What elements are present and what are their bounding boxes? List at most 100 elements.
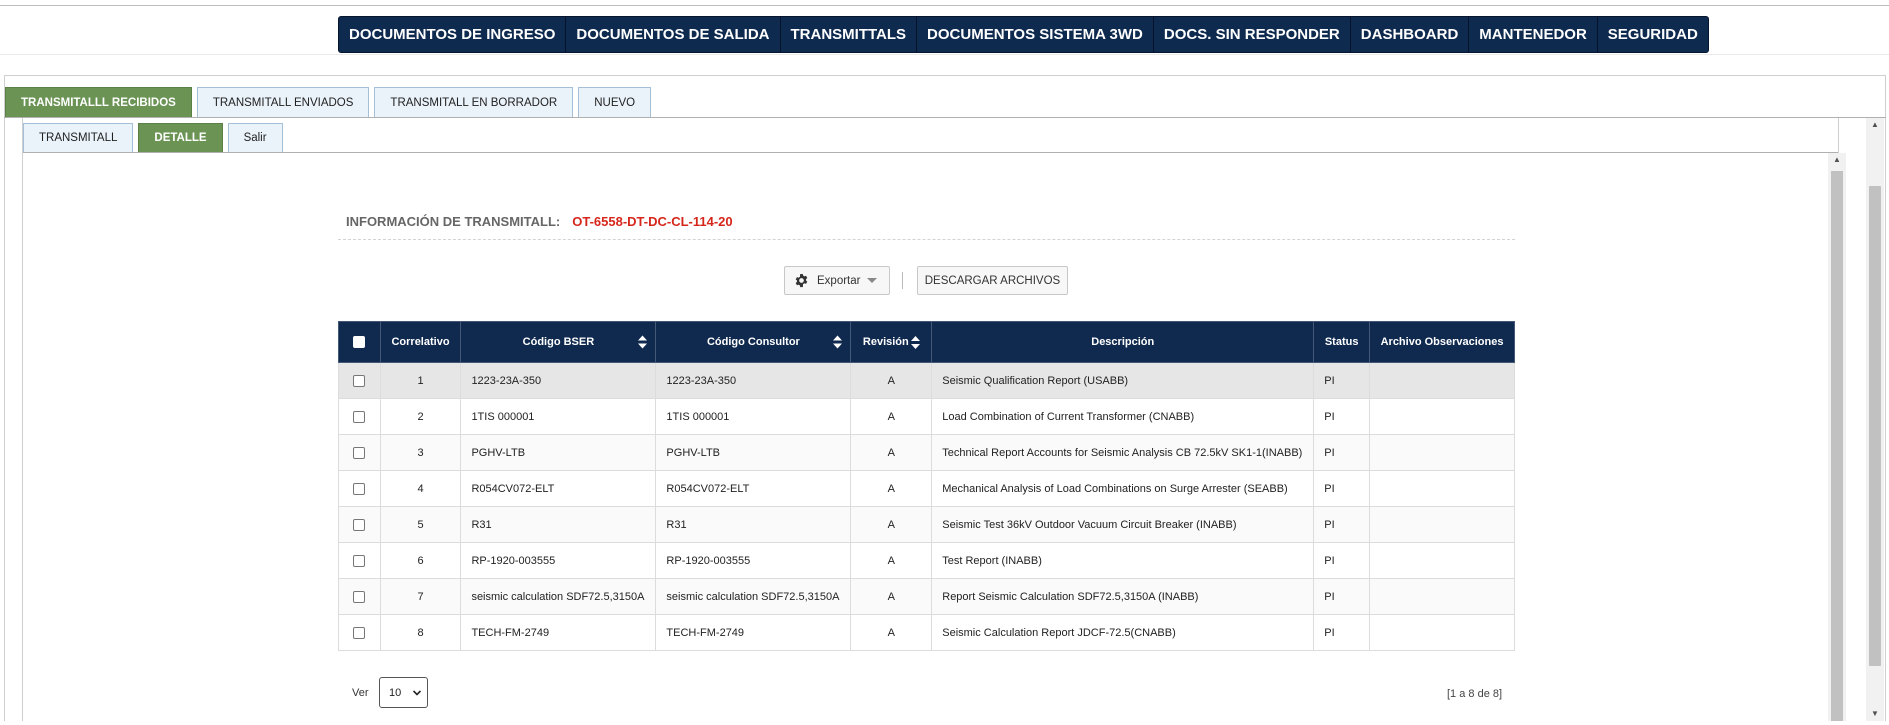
row-select-cell xyxy=(338,398,381,435)
row-select-cell xyxy=(338,470,381,507)
cell-codigo-bser: TECH-FM-2749 xyxy=(460,614,657,651)
select-all-checkbox[interactable] xyxy=(353,336,366,349)
panel-scrollbar-thumb[interactable] xyxy=(1831,171,1843,721)
cell-revision: A xyxy=(850,434,933,471)
row-select-cell xyxy=(338,542,381,579)
tab-detalle[interactable]: DETALLE xyxy=(138,123,223,153)
cell-codigo-consultor: R054CV072-ELT xyxy=(655,470,852,507)
cell-revision: A xyxy=(850,398,933,435)
row-checkbox[interactable] xyxy=(353,410,366,423)
cell-correlativo: 6 xyxy=(379,542,462,579)
download-files-button[interactable]: DESCARGAR ARCHIVOS xyxy=(917,266,1068,295)
export-button[interactable]: Exportar xyxy=(784,266,890,295)
cell-archivo[interactable] xyxy=(1369,434,1515,471)
header-revision-label: Revisión xyxy=(862,336,909,348)
cell-status: PI xyxy=(1313,614,1371,651)
transmitall-info: INFORMACIÓN DE TRANSMITALL: OT-6558-DT-D… xyxy=(346,214,733,229)
cell-codigo-bser: R054CV072-ELT xyxy=(460,470,657,507)
header-status-label: Status xyxy=(1324,336,1359,348)
header-archivo-observaciones[interactable]: Archivo Observaciones xyxy=(1369,321,1515,363)
cell-archivo[interactable] xyxy=(1369,362,1515,399)
table-row[interactable]: 1 1223-23A-350 1223-23A-350 A Seismic Qu… xyxy=(338,362,1515,399)
cell-status: PI xyxy=(1313,578,1371,615)
cell-correlativo: 3 xyxy=(379,434,462,471)
nav-documentos-sistema-3wd[interactable]: DOCUMENTOS SISTEMA 3WD xyxy=(916,17,1153,52)
page-size-label: Ver xyxy=(352,687,369,699)
sort-icon xyxy=(833,335,843,349)
header-status[interactable]: Status xyxy=(1313,321,1371,363)
row-checkbox[interactable] xyxy=(353,446,366,459)
row-select-cell xyxy=(338,362,381,399)
header-descripcion-label: Descripción xyxy=(1091,336,1155,348)
panel-scrollbar[interactable]: ▲ xyxy=(1828,153,1846,721)
cell-revision: A xyxy=(850,470,933,507)
tab-salir[interactable]: Salir xyxy=(227,123,283,153)
table-row[interactable]: 7 seismic calculation SDF72.5,3150A seis… xyxy=(338,578,1515,615)
info-divider xyxy=(338,239,1515,240)
scroll-up-icon[interactable]: ▲ xyxy=(1866,118,1884,132)
cell-codigo-bser: PGHV-LTB xyxy=(460,434,657,471)
transmitall-code: OT-6558-DT-DC-CL-114-20 xyxy=(572,214,733,229)
row-select-cell xyxy=(338,434,381,471)
header-codigo-bser-label: Código BSER xyxy=(522,336,595,348)
row-checkbox[interactable] xyxy=(353,482,366,495)
header-correlativo[interactable]: Correlativo xyxy=(379,321,462,363)
cell-archivo[interactable] xyxy=(1369,542,1515,579)
nav-transmittals[interactable]: TRANSMITTALS xyxy=(779,17,917,52)
tab-transmitall[interactable]: TRANSMITALL xyxy=(23,123,134,153)
table-row[interactable]: 2 1TIS 000001 1TIS 000001 A Load Combina… xyxy=(338,398,1515,435)
nav-mantenedor[interactable]: MANTENEDOR xyxy=(1468,17,1597,52)
transmitall-info-label: INFORMACIÓN DE TRANSMITALL: xyxy=(346,214,561,229)
row-select-cell xyxy=(338,614,381,651)
cell-revision: A xyxy=(850,542,933,579)
row-select-cell xyxy=(338,506,381,543)
row-checkbox[interactable] xyxy=(353,374,366,387)
nav-seguridad[interactable]: SEGURIDAD xyxy=(1596,17,1708,52)
cell-archivo[interactable] xyxy=(1369,398,1515,435)
documents-table: Correlativo Código BSER Código Consultor… xyxy=(338,321,1515,651)
header-revision[interactable]: Revisión xyxy=(850,321,933,363)
header-descripcion[interactable]: Descripción xyxy=(931,321,1315,363)
tab-transmitall-borrador[interactable]: TRANSMITALL EN BORRADOR xyxy=(374,87,574,118)
cell-revision: A xyxy=(850,578,933,615)
row-checkbox[interactable] xyxy=(353,554,366,567)
header-codigo-consultor[interactable]: Código Consultor xyxy=(655,321,852,363)
nav-docs-sin-responder[interactable]: DOCS. SIN RESPONDER xyxy=(1152,17,1350,52)
sub-tabs: TRANSMITALL DETALLE Salir xyxy=(23,123,288,153)
cell-archivo[interactable] xyxy=(1369,578,1515,615)
page-size-select[interactable]: 10 xyxy=(379,677,428,708)
table-row[interactable]: 4 R054CV072-ELT R054CV072-ELT A Mechanic… xyxy=(338,470,1515,507)
table-row[interactable]: 6 RP-1920-003555 RP-1920-003555 A Test R… xyxy=(338,542,1515,579)
table-row[interactable]: 8 TECH-FM-2749 TECH-FM-2749 A Seismic Ca… xyxy=(338,614,1515,651)
cell-archivo[interactable] xyxy=(1369,506,1515,543)
tab-nuevo[interactable]: NUEVO xyxy=(578,87,652,118)
table-row[interactable]: 3 PGHV-LTB PGHV-LTB A Technical Report A… xyxy=(338,434,1515,471)
nav-dashboard[interactable]: DASHBOARD xyxy=(1349,17,1469,52)
header-divider xyxy=(0,54,1889,55)
cell-descripcion: Seismic Calculation Report JDCF-72.5(CNA… xyxy=(931,614,1315,651)
cell-descripcion: Load Combination of Current Transformer … xyxy=(931,398,1315,435)
cell-archivo[interactable] xyxy=(1369,614,1515,651)
scroll-up-icon[interactable]: ▲ xyxy=(1828,153,1846,167)
header-codigo-bser[interactable]: Código BSER xyxy=(460,321,657,363)
cell-descripcion: Mechanical Analysis of Load Combinations… xyxy=(931,470,1315,507)
nav-documentos-salida[interactable]: DOCUMENTOS DE SALIDA xyxy=(565,17,779,52)
cell-revision: A xyxy=(850,614,933,651)
page-scrollbar[interactable]: ▲ ▼ xyxy=(1866,118,1884,721)
cell-correlativo: 4 xyxy=(379,470,462,507)
cell-status: PI xyxy=(1313,434,1371,471)
row-checkbox[interactable] xyxy=(353,590,366,603)
cell-archivo[interactable] xyxy=(1369,470,1515,507)
page-scrollbar-thumb[interactable] xyxy=(1869,186,1881,666)
cell-status: PI xyxy=(1313,542,1371,579)
scroll-down-icon[interactable]: ▼ xyxy=(1866,707,1884,721)
nav-documentos-ingreso[interactable]: DOCUMENTOS DE INGRESO xyxy=(339,17,565,52)
row-checkbox[interactable] xyxy=(353,518,366,531)
cell-descripcion: Seismic Qualification Report (USABB) xyxy=(931,362,1315,399)
tab-transmitall-enviados[interactable]: TRANSMITALL ENVIADOS xyxy=(196,87,370,118)
row-checkbox[interactable] xyxy=(353,626,366,639)
tab-transmitall-recibidos[interactable]: TRANSMITALLL RECIBIDOS xyxy=(5,87,192,118)
cell-status: PI xyxy=(1313,398,1371,435)
cell-codigo-bser: R31 xyxy=(460,506,657,543)
table-row[interactable]: 5 R31 R31 A Seismic Test 36kV Outdoor Va… xyxy=(338,506,1515,543)
